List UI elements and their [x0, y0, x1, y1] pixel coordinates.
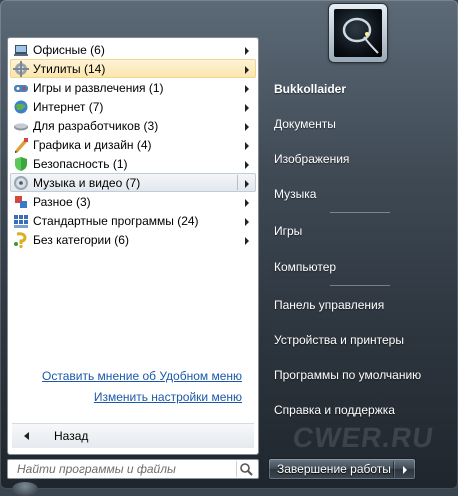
- program-item-security[interactable]: Безопасность (1): [10, 154, 256, 173]
- submenu-arrow-icon: [245, 85, 249, 93]
- submenu-arrow-icon: [245, 180, 249, 188]
- standard-programs-icon: [13, 213, 29, 229]
- gamepad-icon: [13, 80, 29, 96]
- program-label: Музыка и видео (7): [33, 176, 141, 190]
- right-separator: [330, 285, 390, 286]
- program-item-misc[interactable]: Разное (3): [10, 192, 256, 211]
- submenu-arrow-icon: [245, 123, 249, 131]
- pictures-link[interactable]: Изображения: [274, 152, 349, 166]
- back-arrow-icon: [24, 432, 29, 440]
- submenu-arrow-icon: [245, 104, 249, 112]
- program-item-office[interactable]: Офисные (6): [10, 40, 256, 59]
- default-programs-link[interactable]: Программы по умолчанию: [274, 368, 421, 382]
- program-label: Интернет (7): [33, 100, 104, 114]
- computer-link[interactable]: Компьютер: [274, 260, 336, 274]
- program-item-internet[interactable]: Интернет (7): [10, 97, 256, 116]
- submenu-arrow-icon: [245, 237, 249, 245]
- submenu-arrow-icon: [245, 218, 249, 226]
- shutdown-label: Завершение работы: [277, 462, 391, 476]
- program-label: Без категории (6): [33, 233, 129, 247]
- submenu-arrow-icon: [245, 161, 249, 169]
- submenu-arrow-icon: [245, 199, 249, 207]
- menu-settings-link[interactable]: Изменить настройки меню: [94, 390, 242, 404]
- documents-link[interactable]: Документы: [274, 117, 336, 131]
- program-label: Разное (3): [33, 195, 91, 209]
- feedback-link[interactable]: Оставить мнение об Удобном меню: [42, 369, 242, 383]
- program-item-utilities[interactable]: Утилиты (14): [10, 59, 256, 78]
- program-item-uncategorized[interactable]: Без категории (6): [10, 230, 256, 249]
- program-label: Офисные (6): [33, 43, 105, 57]
- program-label: Для разработчиков (3): [33, 119, 159, 133]
- shield-icon: [13, 156, 29, 172]
- user-avatar[interactable]: [329, 4, 387, 62]
- utilities-icon: [13, 61, 29, 77]
- program-item-games[interactable]: Игры и развлечения (1): [10, 78, 256, 97]
- music-video-icon: [13, 175, 29, 191]
- uncategorized-icon: [13, 232, 29, 249]
- search-box: [7, 459, 259, 479]
- search-input[interactable]: [8, 460, 234, 478]
- back-label: Назад: [54, 429, 89, 443]
- submenu-arrow-icon: [245, 142, 249, 150]
- submenu-arrow-icon: [245, 47, 249, 55]
- misc-icon: [13, 194, 29, 210]
- shutdown-divider: [393, 461, 394, 477]
- start-menu: Офисные (6) Утилиты (14) Игры и развлече…: [0, 0, 458, 496]
- program-item-standard[interactable]: Стандартные программы (24): [10, 211, 256, 230]
- user-folder-link[interactable]: Bukkollaider: [274, 82, 346, 96]
- search-icon[interactable]: [236, 461, 255, 477]
- graphics-icon: [13, 137, 29, 153]
- program-item-graphics[interactable]: Графика и дизайн (4): [10, 135, 256, 154]
- devices-printers-link[interactable]: Устройства и принтеры: [274, 333, 404, 347]
- programs-panel: Офисные (6) Утилиты (14) Игры и развлече…: [7, 37, 259, 455]
- games-link[interactable]: Игры: [274, 224, 302, 238]
- watermark: CWER.RU: [290, 422, 437, 453]
- program-label: Утилиты (14): [33, 62, 106, 76]
- program-label: Игры и развлечения (1): [33, 81, 164, 95]
- program-label: Безопасность (1): [33, 157, 128, 171]
- right-separator: [330, 212, 390, 213]
- avatar-picture: [334, 9, 382, 57]
- submenu-arrow-icon: [245, 66, 249, 74]
- internet-icon: [13, 99, 29, 115]
- start-orb-icon[interactable]: [12, 482, 38, 496]
- program-label: Стандартные программы (24): [33, 214, 199, 228]
- developer-icon: [13, 118, 29, 134]
- split-divider: [237, 175, 238, 190]
- music-link[interactable]: Музыка: [274, 187, 316, 201]
- control-panel-link[interactable]: Панель управления: [274, 298, 384, 312]
- shutdown-options-arrow-icon[interactable]: [403, 466, 407, 474]
- help-support-link[interactable]: Справка и поддержка: [274, 403, 395, 417]
- program-label: Графика и дизайн (4): [33, 138, 152, 152]
- shutdown-button[interactable]: Завершение работы: [268, 458, 416, 480]
- program-item-developers[interactable]: Для разработчиков (3): [10, 116, 256, 135]
- program-item-music-video[interactable]: Музыка и видео (7): [10, 173, 256, 192]
- office-icon: [13, 42, 29, 58]
- back-button[interactable]: Назад: [12, 423, 254, 448]
